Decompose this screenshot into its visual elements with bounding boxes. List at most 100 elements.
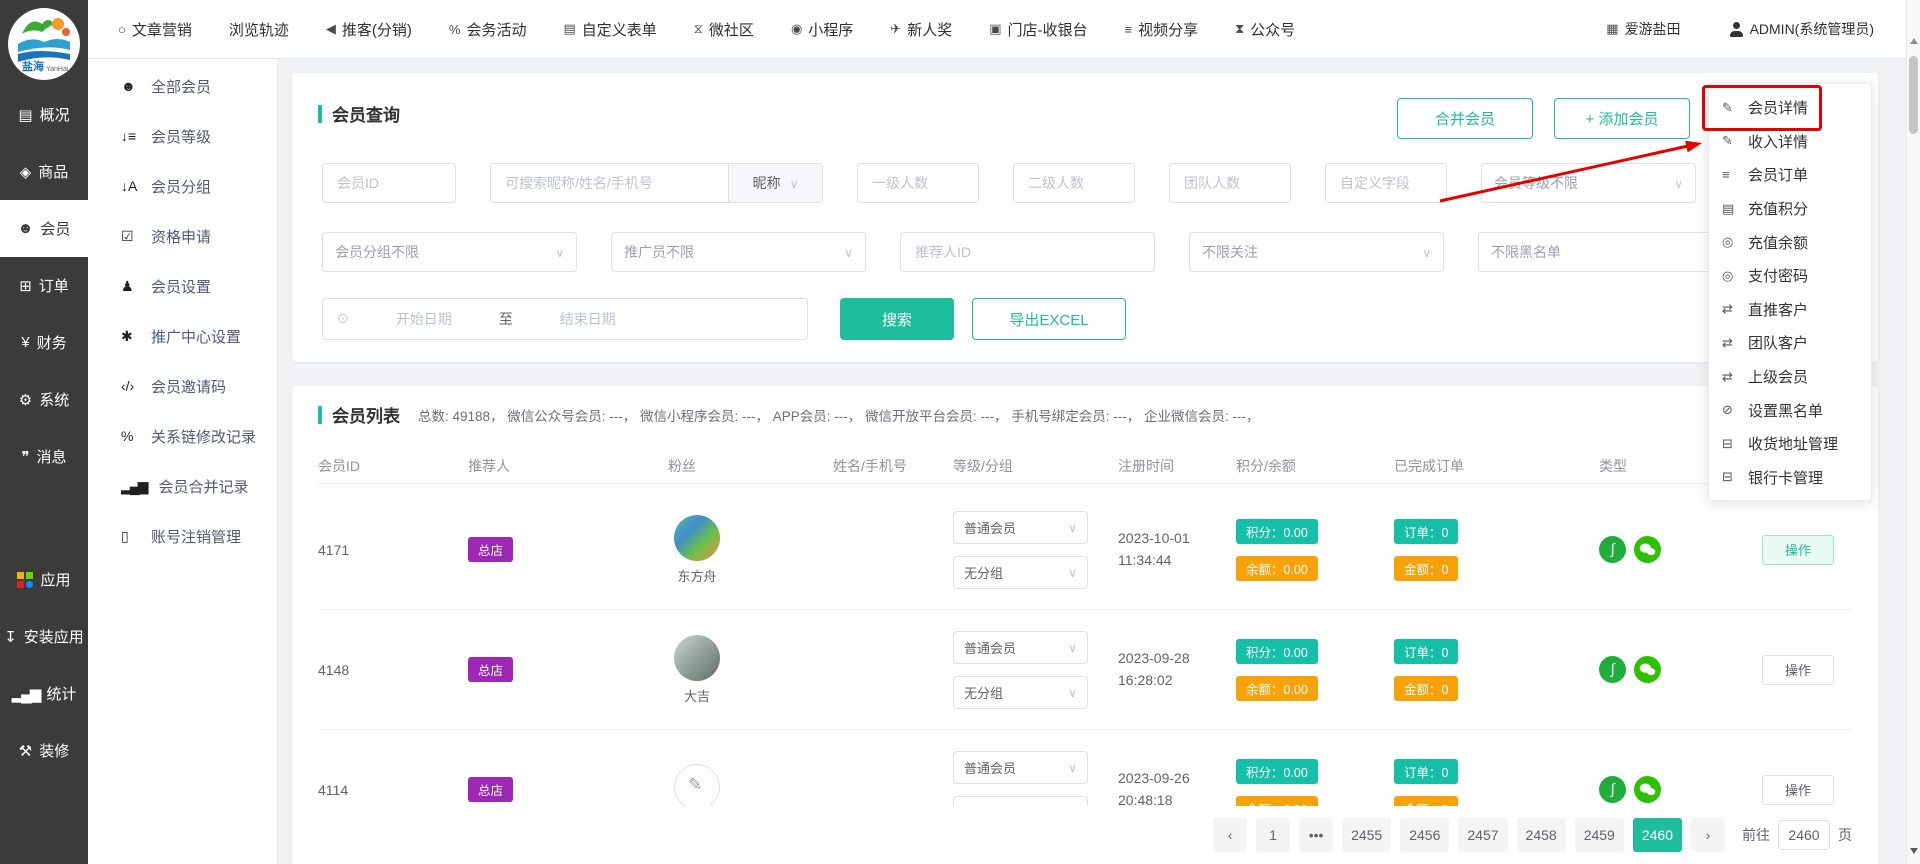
blacklist-filter-select[interactable]: 不限黑名单 bbox=[1478, 232, 1733, 272]
more-pages-button[interactable]: ••• bbox=[1299, 818, 1333, 852]
nav-events[interactable]: %会务活动 bbox=[449, 19, 527, 40]
sidebar-item-system[interactable]: ⚙ 系统 bbox=[0, 371, 88, 428]
menu-recharge-points[interactable]: ▤充值积分 bbox=[1709, 192, 1871, 226]
promoter-select[interactable]: 推广员不限 bbox=[611, 232, 866, 272]
follow-filter-select[interactable]: 不限关注 bbox=[1189, 232, 1444, 272]
nav-official-account[interactable]: ⧗公众号 bbox=[1235, 19, 1295, 40]
sidebar-item-orders[interactable]: ⊞ 订单 bbox=[0, 257, 88, 314]
page-button-2458[interactable]: 2458 bbox=[1517, 818, 1566, 852]
menu-address-manage[interactable]: ⊟收货地址管理 bbox=[1709, 427, 1871, 461]
menu-member-orders[interactable]: ≡会员订单 bbox=[1709, 158, 1871, 192]
row-action-button[interactable]: 操作 bbox=[1762, 775, 1834, 805]
sidebar-item-goods[interactable]: ◈ 商品 bbox=[0, 143, 88, 200]
sub-relation-log[interactable]: %关系链修改记录 bbox=[88, 411, 277, 461]
add-member-button[interactable]: + 添加会员 bbox=[1554, 98, 1690, 139]
search-button[interactable]: 搜索 bbox=[840, 298, 954, 340]
chain-icon: % bbox=[121, 428, 139, 444]
menu-member-detail[interactable]: ✎会员详情 bbox=[1709, 91, 1871, 125]
menu-bank-card[interactable]: ⊟银行卡管理 bbox=[1709, 461, 1871, 495]
nav-article-marketing[interactable]: ○文章营销 bbox=[118, 19, 192, 40]
next-page-button[interactable]: › bbox=[1691, 818, 1725, 852]
goto-page-input[interactable] bbox=[1778, 820, 1830, 850]
group-select[interactable]: 无分组 bbox=[953, 676, 1088, 709]
level-select[interactable]: 普通会员 bbox=[953, 751, 1088, 784]
sidebar-item-decoration[interactable]: ⚒ 装修 bbox=[0, 722, 88, 779]
member-grade-select[interactable]: 会员等级不限 bbox=[1481, 163, 1696, 203]
menu-blacklist[interactable]: ⊘设置黑名单 bbox=[1709, 393, 1871, 427]
nav-community[interactable]: ⧖微社区 bbox=[694, 19, 754, 40]
referrer-id-input[interactable] bbox=[900, 232, 1155, 272]
scroll-up-arrow-icon[interactable] bbox=[1910, 38, 1918, 44]
avatar[interactable] bbox=[674, 764, 720, 810]
level-select[interactable]: 普通会员 bbox=[953, 511, 1088, 544]
prev-page-button[interactable]: ‹ bbox=[1213, 818, 1247, 852]
merge-members-button[interactable]: 合并会员 bbox=[1397, 98, 1533, 139]
menu-pay-password[interactable]: ◎支付密码 bbox=[1709, 259, 1871, 293]
nav-mini-program[interactable]: ◉小程序 bbox=[791, 19, 853, 40]
avatar[interactable] bbox=[674, 635, 720, 681]
sub-merge-log[interactable]: ▂▄▆会员合并记录 bbox=[88, 461, 277, 511]
points-badge: 积分：0.00 bbox=[1236, 639, 1318, 664]
export-excel-button[interactable]: 导出EXCEL bbox=[972, 298, 1126, 340]
member-group-select[interactable]: 会员分组不限 bbox=[322, 232, 577, 272]
page-button-2455[interactable]: 2455 bbox=[1342, 818, 1391, 852]
sub-account-cancel[interactable]: ▯账号注销管理 bbox=[88, 511, 277, 561]
row-action-button[interactable]: 操作 bbox=[1762, 655, 1834, 685]
page-button-2459[interactable]: 2459 bbox=[1575, 818, 1624, 852]
yanhai-logo[interactable]: 盐海 YanHai bbox=[8, 8, 80, 80]
custom-field-input[interactable] bbox=[1325, 163, 1447, 203]
sub-all-members[interactable]: ☻全部会员 bbox=[88, 61, 277, 111]
page-scrollbar[interactable] bbox=[1906, 0, 1920, 864]
workspace-switcher[interactable]: ▦爱游盐田 bbox=[1606, 19, 1680, 39]
row-action-button[interactable]: 操作 bbox=[1762, 535, 1834, 565]
page-button-2460-active[interactable]: 2460 bbox=[1633, 818, 1682, 852]
team-count-input[interactable] bbox=[1169, 163, 1291, 203]
page-button-1[interactable]: 1 bbox=[1256, 818, 1290, 852]
menu-direct-customers[interactable]: ⇄直推客户 bbox=[1709, 293, 1871, 327]
end-date-input[interactable] bbox=[513, 311, 663, 327]
nav-store-pos[interactable]: ▣门店-收银台 bbox=[989, 19, 1087, 40]
sub-qualification[interactable]: ☑资格申请 bbox=[88, 211, 277, 261]
sidebar-item-apps[interactable]: 应用 bbox=[0, 551, 88, 608]
level2-count-input[interactable] bbox=[1013, 163, 1135, 203]
user-menu[interactable]: ADMIN(系统管理员) bbox=[1729, 19, 1874, 39]
sidebar-item-finance[interactable]: ¥ 财务 bbox=[0, 314, 88, 371]
page-button-2456[interactable]: 2456 bbox=[1400, 818, 1449, 852]
search-type-select[interactable]: 昵称 bbox=[728, 164, 822, 202]
sub-promotion-settings[interactable]: ✱推广中心设置 bbox=[88, 311, 277, 361]
sidebar-item-label: 应用 bbox=[40, 569, 70, 590]
sub-member-group[interactable]: ↓A会员分组 bbox=[88, 161, 277, 211]
menu-recharge-balance[interactable]: ◎充值余额 bbox=[1709, 225, 1871, 259]
menu-income-detail[interactable]: ✎收入详情 bbox=[1709, 125, 1871, 159]
sidebar-item-overview[interactable]: ▤ 概况 bbox=[0, 86, 88, 143]
level1-count-input[interactable] bbox=[857, 163, 979, 203]
menu-label: 充值余额 bbox=[1748, 232, 1808, 253]
scroll-down-arrow-icon[interactable] bbox=[1910, 848, 1918, 854]
app-type-icon bbox=[1599, 656, 1626, 683]
nav-distribution[interactable]: ◀推客(分销) bbox=[326, 19, 412, 40]
menu-upline-member[interactable]: ⇄上级会员 bbox=[1709, 360, 1871, 394]
col-fans: 粉丝 bbox=[668, 456, 833, 476]
start-date-input[interactable] bbox=[349, 311, 499, 327]
sub-member-level[interactable]: ↓≡会员等级 bbox=[88, 111, 277, 161]
avatar[interactable] bbox=[674, 515, 720, 561]
date-range-picker[interactable]: 至 bbox=[322, 298, 808, 340]
search-input[interactable] bbox=[491, 164, 728, 202]
member-id-input[interactable] bbox=[322, 163, 456, 203]
level-select[interactable]: 普通会员 bbox=[953, 631, 1088, 664]
sidebar-item-install-apps[interactable]: ↧ 安装应用 bbox=[0, 608, 88, 665]
sub-invite-code[interactable]: ‹/›会员邀请码 bbox=[88, 361, 277, 411]
menu-team-customers[interactable]: ⇄团队客户 bbox=[1709, 326, 1871, 360]
nav-newcomer-reward[interactable]: ✈新人奖 bbox=[890, 19, 952, 40]
scrollbar-thumb[interactable] bbox=[1909, 56, 1918, 134]
sidebar-item-members[interactable]: ☻ 会员 bbox=[0, 200, 88, 257]
page-button-2457[interactable]: 2457 bbox=[1458, 818, 1507, 852]
nav-browse-history[interactable]: 浏览轨迹 bbox=[229, 19, 289, 40]
nav-custom-form[interactable]: ▤自定义表单 bbox=[563, 19, 656, 40]
group-select[interactable]: 无分组 bbox=[953, 556, 1088, 589]
sidebar-item-messages[interactable]: ❞ 消息 bbox=[0, 428, 88, 485]
col-member-id: 会员ID bbox=[318, 456, 468, 476]
nav-video-share[interactable]: ≡视频分享 bbox=[1125, 19, 1199, 40]
sub-member-settings[interactable]: ♟会员设置 bbox=[88, 261, 277, 311]
sidebar-item-statistics[interactable]: ▂▄▆ 统计 bbox=[0, 665, 88, 722]
